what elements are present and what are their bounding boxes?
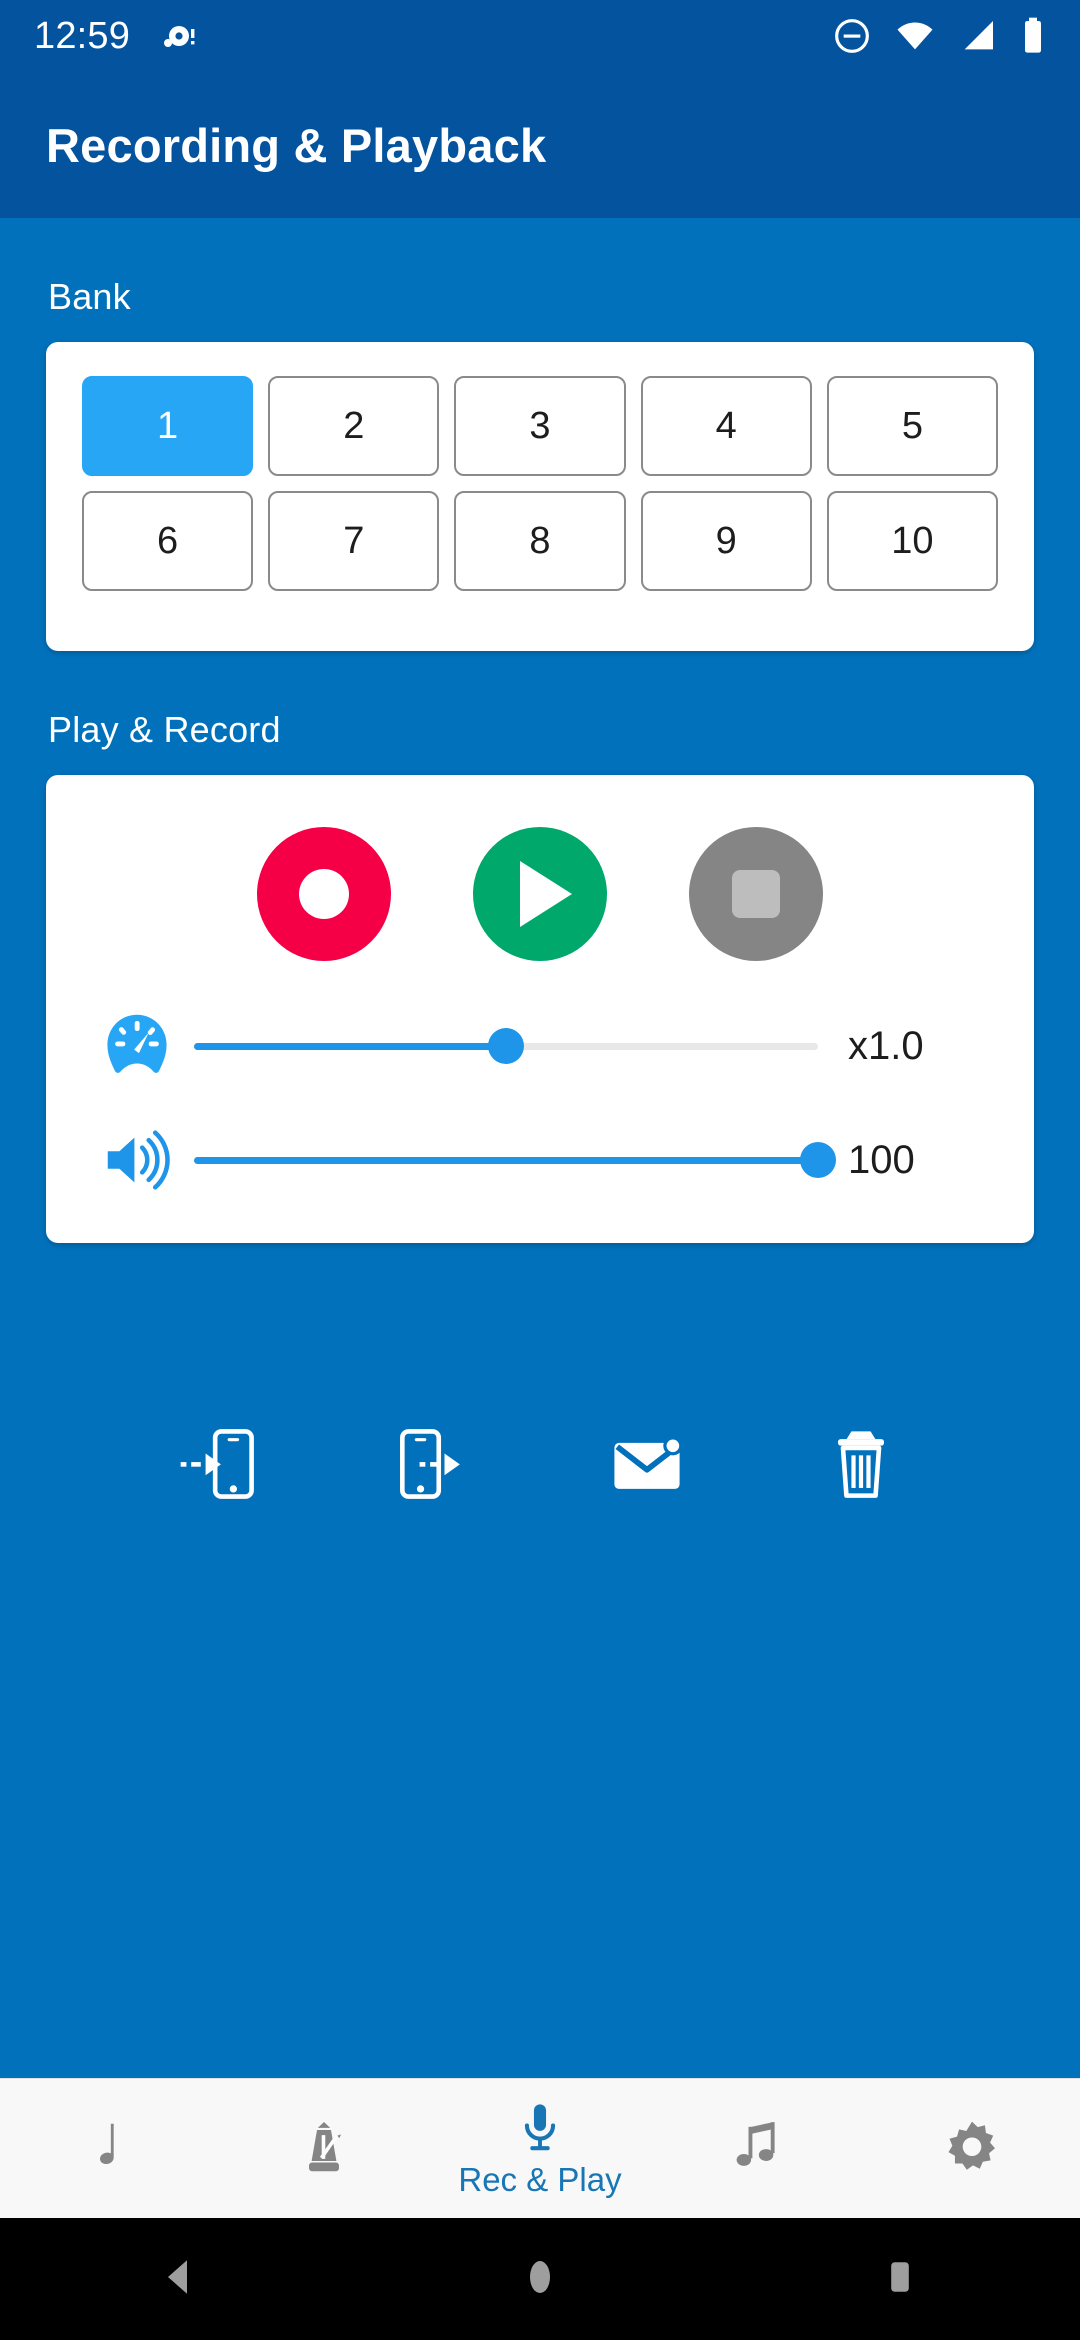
system-navigation-bar <box>0 2218 1080 2340</box>
bank-button-5[interactable]: 5 <box>826 376 998 476</box>
status-bar-system-icons <box>832 16 1046 56</box>
status-bar: 12:59 <box>0 0 1080 72</box>
app-bar: Recording & Playback <box>0 72 1080 218</box>
bank-button-1[interactable]: 1 <box>82 376 254 476</box>
bank-button-6[interactable]: 6 <box>82 491 254 591</box>
tab-notes[interactable] <box>0 2079 216 2218</box>
email-button[interactable] <box>587 1409 707 1519</box>
eighth-note-icon <box>77 2116 139 2178</box>
home-button[interactable] <box>460 2218 620 2340</box>
speed-value: x1.0 <box>848 1023 924 1068</box>
delete-button[interactable] <box>801 1409 921 1519</box>
tab-metronome[interactable] <box>216 2079 432 2218</box>
play-icon <box>520 861 572 927</box>
wifi-icon <box>894 16 936 56</box>
bank-button-4[interactable]: 4 <box>640 376 812 476</box>
stop-button[interactable] <box>689 827 823 961</box>
recents-button[interactable] <box>820 2218 980 2340</box>
stop-icon <box>732 870 780 918</box>
page-title: Recording & Playback <box>46 118 547 172</box>
metronome-icon <box>293 2116 355 2178</box>
speedometer-icon <box>98 1007 190 1085</box>
back-button[interactable] <box>100 2218 260 2340</box>
bank-button-9[interactable]: 9 <box>640 491 812 591</box>
volume-slider-fill <box>194 1156 818 1164</box>
play-record-section-label: Play & Record <box>48 709 281 750</box>
speed-slider-thumb[interactable] <box>488 1028 524 1064</box>
gear-icon <box>941 2116 1003 2178</box>
double-note-icon <box>725 2116 787 2178</box>
volume-slider-row: 100 <box>46 1117 1034 1203</box>
play-record-card: x1.0 100 <box>46 775 1034 1243</box>
speed-slider-fill <box>194 1042 506 1050</box>
bank-section-label: Bank <box>48 276 131 317</box>
app-screen: 12:59 Recording & Playback Bank 1 2 3 4 … <box>0 0 1080 2340</box>
cellular-signal-icon <box>958 16 998 56</box>
play-button[interactable] <box>473 827 607 961</box>
tab-songs[interactable] <box>648 2079 864 2218</box>
home-icon <box>516 2253 564 2306</box>
record-button[interactable] <box>257 827 391 961</box>
battery-icon <box>1020 16 1046 56</box>
tab-rec-play-label: Rec & Play <box>458 2160 622 2198</box>
volume-up-icon <box>98 1121 190 1199</box>
volume-slider[interactable] <box>194 1137 836 1183</box>
bank-button-10[interactable]: 10 <box>826 491 998 591</box>
notification-dot-icon <box>158 16 198 56</box>
import-to-device-button[interactable] <box>159 1409 279 1519</box>
status-bar-notifications <box>158 16 198 56</box>
status-bar-clock: 12:59 <box>34 14 131 57</box>
do-not-disturb-icon <box>832 16 872 56</box>
volume-slider-thumb[interactable] <box>800 1142 836 1178</box>
main-content: Bank 1 2 3 4 5 6 7 8 9 10 Play & Record <box>0 218 1080 2078</box>
bottom-navigation: Rec & Play <box>0 2078 1080 2218</box>
volume-value: 100 <box>848 1137 915 1182</box>
action-row <box>46 1409 1034 1519</box>
tab-rec-play[interactable]: Rec & Play <box>432 2079 648 2218</box>
recents-icon <box>876 2253 924 2306</box>
export-from-device-button[interactable] <box>373 1409 493 1519</box>
speed-slider[interactable] <box>194 1023 818 1069</box>
bank-button-2[interactable]: 2 <box>268 376 440 476</box>
back-icon <box>156 2253 204 2306</box>
microphone-icon <box>511 2099 569 2157</box>
bank-card: 1 2 3 4 5 6 7 8 9 10 <box>46 342 1034 651</box>
bank-button-3[interactable]: 3 <box>454 376 626 476</box>
record-icon <box>299 869 349 919</box>
bank-button-8[interactable]: 8 <box>454 491 626 591</box>
bank-grid: 1 2 3 4 5 6 7 8 9 10 <box>82 376 998 591</box>
transport-controls <box>46 827 1034 961</box>
bank-button-7[interactable]: 7 <box>268 491 440 591</box>
speed-slider-row: x1.0 <box>46 1003 1034 1089</box>
tab-settings[interactable] <box>864 2079 1080 2218</box>
